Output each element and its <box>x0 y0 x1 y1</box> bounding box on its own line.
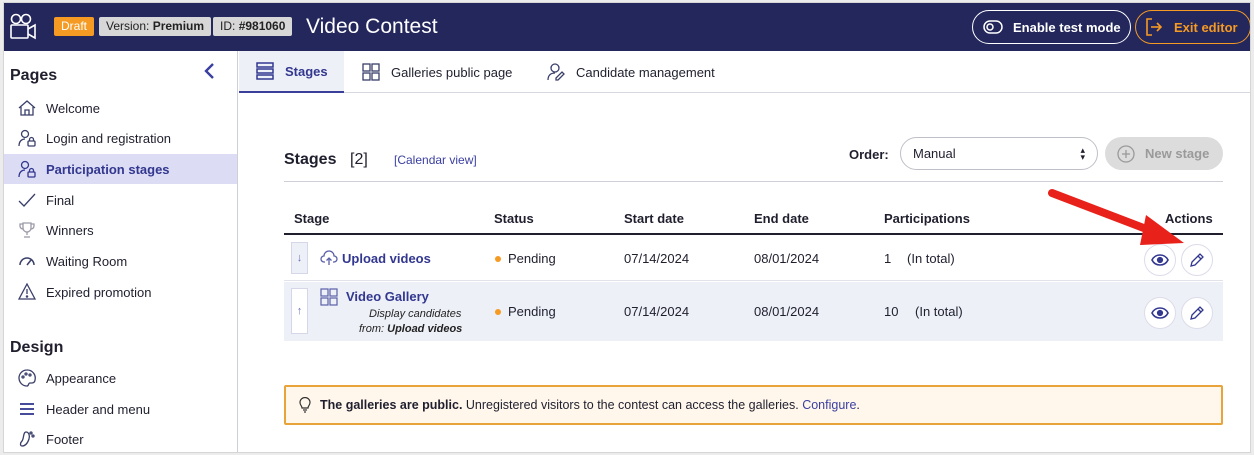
sidebar-item-winners[interactable]: Winners <box>4 215 237 245</box>
user-lock-icon <box>18 129 36 147</box>
sidebar: Pages Welcome Login and registration Par… <box>4 51 238 452</box>
column-header-start-date: Start date <box>624 211 684 226</box>
new-stage-button[interactable]: New stage <box>1105 137 1223 170</box>
check-icon <box>18 193 36 207</box>
sidebar-item-expired-promotion[interactable]: Expired promotion <box>4 277 237 307</box>
grid-icon <box>320 288 338 306</box>
foot-icon <box>19 431 35 447</box>
sidebar-item-appearance[interactable]: Appearance <box>4 363 237 393</box>
column-header-status: Status <box>494 211 534 226</box>
toggle-icon <box>983 20 1003 34</box>
tab-stages[interactable]: Stages <box>239 51 344 93</box>
design-heading: Design <box>10 339 64 356</box>
stages-count: [2] <box>350 151 368 168</box>
draft-badge: Draft <box>54 17 95 36</box>
eye-icon <box>1151 307 1169 319</box>
column-header-participations: Participations <box>884 211 970 226</box>
edit-stage-button[interactable] <box>1181 297 1213 329</box>
camera-logo-icon <box>10 13 36 40</box>
editor-window: Draft Version: Premium ID: #981060 Video… <box>3 2 1251 453</box>
lightbulb-icon <box>299 397 311 413</box>
table-row: ↑ Video Gallery Display candidates from:… <box>284 282 1223 341</box>
select-arrows-icon: ▴ ▾ <box>1080 144 1085 162</box>
palette-icon <box>18 369 36 387</box>
stage-subtitle: Display candidates <box>369 308 462 320</box>
status-badge: Pending <box>495 251 556 266</box>
sort-down-handle[interactable]: ↓ <box>291 242 308 274</box>
sidebar-item-login[interactable]: Login and registration <box>4 123 237 153</box>
column-header-stage: Stage <box>294 211 330 226</box>
gauge-icon <box>19 257 35 266</box>
status-badge: Pending <box>495 304 556 319</box>
menu-icon <box>20 403 34 415</box>
top-bar: Draft Version: Premium ID: #981060 Video… <box>4 3 1250 51</box>
view-stage-button[interactable] <box>1144 297 1176 329</box>
column-header-end-date: End date <box>754 211 809 226</box>
pencil-icon <box>1190 306 1204 320</box>
stage-name-link[interactable]: Upload videos <box>342 251 431 266</box>
calendar-view-link[interactable]: [Calendar view] <box>394 153 477 167</box>
contest-title: Video Contest <box>306 15 438 38</box>
trophy-icon <box>19 222 35 238</box>
plus-circle-icon <box>1117 144 1135 163</box>
home-icon <box>18 100 36 116</box>
user-lock-icon <box>18 160 36 178</box>
order-label: Order: <box>849 147 889 162</box>
pages-heading: Pages <box>10 67 58 84</box>
galleries-public-notice: The galleries are public. Unregistered v… <box>284 385 1223 425</box>
collapse-sidebar-icon[interactable] <box>202 63 216 79</box>
version-badge: Version: Premium <box>99 17 212 36</box>
sidebar-item-participation-stages[interactable]: Participation stages <box>4 154 237 184</box>
annotation-arrow-icon <box>1048 189 1184 245</box>
sidebar-item-final[interactable]: Final <box>4 185 237 215</box>
enable-test-mode-button[interactable]: Enable test mode <box>972 10 1131 44</box>
divider <box>284 181 1223 182</box>
participations-note: (In total) <box>915 304 963 319</box>
id-badge: ID: #981060 <box>213 17 293 36</box>
sidebar-item-waiting-room[interactable]: Waiting Room <box>4 246 237 276</box>
sidebar-item-footer[interactable]: Footer <box>4 424 237 452</box>
end-date: 08/01/2024 <box>754 304 820 319</box>
participations-count: 10 <box>884 304 899 319</box>
stage-source: from: Upload videos <box>359 323 463 335</box>
pending-dot <box>495 255 501 262</box>
participations-note: (In total) <box>907 251 955 266</box>
tab-galleries-public-page[interactable]: Galleries public page <box>361 51 512 93</box>
candidate-icon <box>547 63 565 81</box>
start-date: 07/14/2024 <box>624 251 690 266</box>
sidebar-item-welcome[interactable]: Welcome <box>4 93 237 123</box>
exit-icon <box>1146 18 1162 36</box>
stage-name-link[interactable]: Video Gallery <box>346 289 429 304</box>
participations-count: 1 <box>884 251 892 266</box>
pending-dot <box>495 308 501 315</box>
configure-link[interactable]: Configure <box>802 398 856 412</box>
exit-editor-button[interactable]: Exit editor <box>1135 10 1250 44</box>
warning-icon <box>18 283 36 300</box>
list-icon <box>256 62 274 80</box>
grid-icon <box>362 63 380 81</box>
eye-icon <box>1151 254 1169 266</box>
end-date: 08/01/2024 <box>754 251 820 266</box>
pencil-icon <box>1190 253 1204 267</box>
start-date: 07/14/2024 <box>624 304 690 319</box>
tab-candidate-management[interactable]: Candidate management <box>546 51 715 93</box>
sidebar-item-header-menu[interactable]: Header and menu <box>4 394 237 424</box>
order-select[interactable]: Manual ▴ ▾ <box>900 137 1098 170</box>
sort-up-handle[interactable]: ↑ <box>291 288 308 334</box>
tab-bar: Stages Galleries public page Candidate m… <box>239 51 1250 93</box>
cloud-upload-icon <box>320 250 338 265</box>
stages-title: Stages <box>284 151 337 168</box>
